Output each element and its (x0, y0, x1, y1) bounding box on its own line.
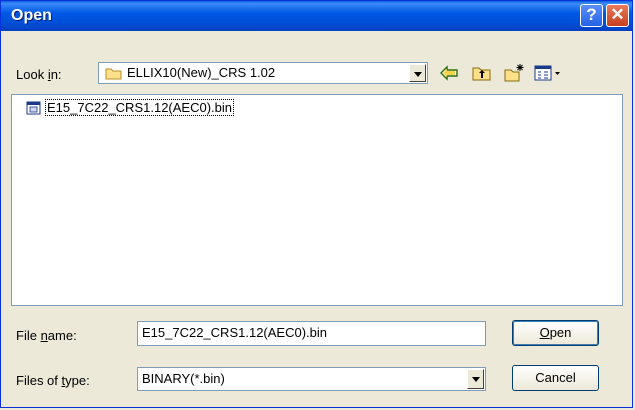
look-in-dropdown-button[interactable] (409, 64, 426, 82)
new-folder-button[interactable] (503, 63, 525, 83)
file-name-label: File name: (16, 328, 77, 343)
file-type-combo[interactable]: BINARY(*.bin) (137, 367, 486, 391)
open-button[interactable]: Open (512, 320, 599, 346)
cancel-button[interactable]: Cancel (512, 365, 599, 391)
open-dialog: Open ? ✕ Look in: ELLIX10(New)_CRS 1.02 (0, 0, 633, 408)
view-menu-button[interactable] (533, 63, 563, 83)
back-arrow-icon (440, 65, 458, 81)
file-type-label: Files of type: (16, 373, 90, 388)
folder-icon (105, 68, 122, 80)
file-type-value: BINARY(*.bin) (142, 371, 225, 386)
file-list[interactable]: E15_7C22_CRS1.12(AEC0).bin (11, 94, 623, 306)
view-menu-icon (534, 65, 560, 81)
look-in-label: Look in: (16, 67, 62, 82)
back-button[interactable] (438, 63, 460, 83)
help-button[interactable]: ? (580, 4, 603, 27)
up-folder-icon (472, 67, 491, 81)
up-folder-button[interactable] (471, 63, 493, 83)
list-item[interactable]: E15_7C22_CRS1.12(AEC0).bin (26, 99, 234, 116)
file-type-dropdown-button[interactable] (467, 369, 484, 389)
window-title: Open (11, 7, 52, 24)
file-name-input[interactable]: E15_7C22_CRS1.12(AEC0).bin (137, 321, 486, 346)
close-button[interactable]: ✕ (606, 4, 629, 27)
close-icon: ✕ (610, 5, 625, 24)
binary-file-icon (26, 101, 41, 114)
look-in-value: ELLIX10(New)_CRS 1.02 (127, 65, 276, 80)
look-in-combo[interactable]: ELLIX10(New)_CRS 1.02 (98, 62, 428, 84)
title-bar[interactable]: Open ? ✕ (1, 1, 632, 31)
new-folder-icon (504, 64, 524, 82)
file-name: E15_7C22_CRS1.12(AEC0).bin (45, 99, 234, 116)
help-icon: ? (586, 5, 597, 24)
